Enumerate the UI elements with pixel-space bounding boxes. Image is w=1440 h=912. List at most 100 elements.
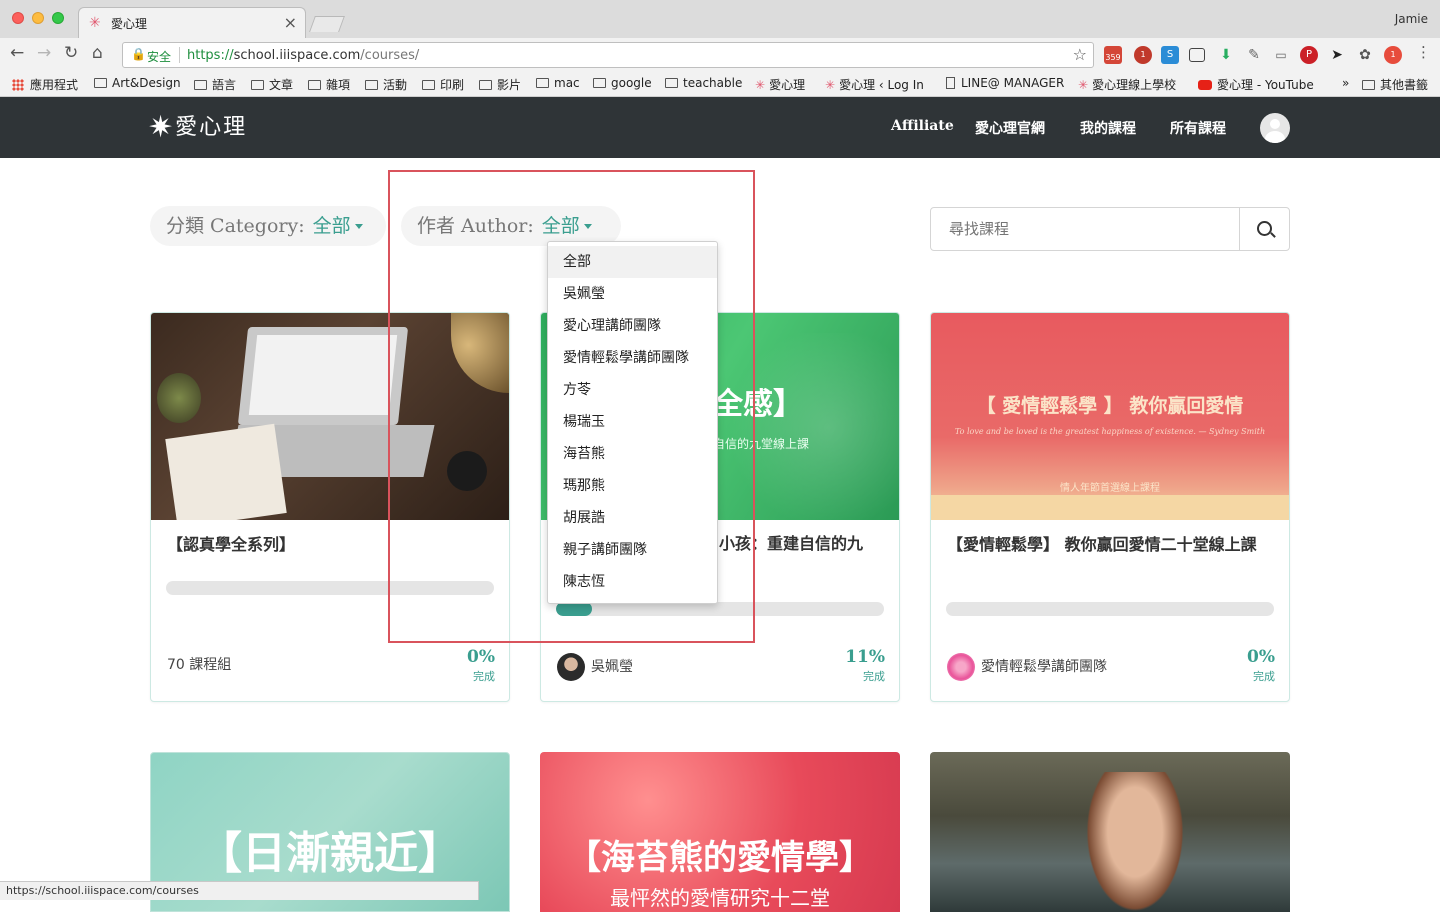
folder-icon — [479, 80, 492, 90]
completion-label: 完成 — [473, 670, 495, 683]
screenshot-extension-icon[interactable] — [1189, 48, 1205, 62]
author-option[interactable]: 全部 — [548, 246, 717, 278]
forward-arrow-icon[interactable]: → — [37, 43, 51, 63]
completion-percent: 0% — [1247, 647, 1275, 667]
secure-label: 安全 — [147, 50, 172, 64]
bookmark-item[interactable]: 雜項 — [308, 76, 350, 93]
author-dropdown-menu: 全部 吳姵瑩 愛心理講師團隊 愛情輕鬆學講師團隊 方苓 楊瑞玉 海苔熊 瑪那熊 … — [547, 241, 718, 604]
bookmarks-overflow-button[interactable]: » — [1342, 76, 1349, 90]
nav-official-site[interactable]: 愛心理官網 — [975, 118, 1045, 138]
nav-affiliate[interactable]: Affiliate — [891, 118, 954, 134]
author-option[interactable]: 愛心理講師團隊 — [548, 310, 717, 342]
progress-bar — [946, 602, 1274, 616]
iiispace-icon: ✳ — [1078, 78, 1089, 92]
sunburst-logo-icon: ✷ — [148, 110, 174, 145]
bookmark-item[interactable]: 語言 — [194, 76, 236, 93]
browser-toolbar: ← → ↻ ⌂ 🔒 安全 https://school.iiispace.com… — [0, 38, 1440, 72]
author-option[interactable]: 親子講師團隊 — [548, 534, 717, 566]
gmail-extension-icon[interactable]: 359 — [1104, 46, 1122, 64]
bookmark-item[interactable]: google — [593, 76, 652, 90]
author-option[interactable]: 愛情輕鬆學講師團隊 — [548, 342, 717, 374]
bookmark-item[interactable]: ✳ 愛心理線上學校 — [1078, 76, 1176, 93]
bookmark-item[interactable]: 愛心理 - YouTube — [1198, 76, 1314, 93]
minimize-window-button[interactable] — [32, 12, 44, 24]
course-author: 愛情輕鬆學講師團隊 — [947, 653, 1107, 681]
bookmark-star-icon[interactable]: ☆ — [1073, 45, 1087, 64]
iiispace-icon: ✳ — [825, 78, 836, 92]
profile-name[interactable]: Jamie — [1395, 12, 1428, 26]
woman-portrait-image — [1080, 772, 1190, 912]
site-logo[interactable]: ✷愛心理 — [148, 109, 247, 145]
bookmark-item[interactable]: ✳ 愛心理 ‹ Log In — [825, 76, 924, 93]
reload-icon[interactable]: ↻ — [64, 43, 78, 63]
download-extension-icon[interactable]: ⬇ — [1217, 46, 1235, 64]
course-card[interactable]: 【認真學全系列】 70 課程組 0% 完成 — [150, 312, 510, 702]
bookmark-item[interactable]: ✳ 愛心理 — [755, 76, 805, 93]
pinterest-extension-icon[interactable]: P — [1300, 46, 1318, 64]
home-icon[interactable]: ⌂ — [92, 43, 103, 63]
folder-icon — [365, 80, 378, 90]
folder-icon — [94, 78, 107, 88]
category-filter-value: 全部 — [312, 215, 351, 237]
bookmark-item[interactable]: 影片 — [479, 76, 521, 93]
eyedropper-extension-icon[interactable]: ✎ — [1245, 46, 1263, 64]
browser-status-bar: https://school.iiispace.com/courses — [0, 881, 479, 900]
author-option[interactable]: 瑪那熊 — [548, 470, 717, 502]
course-title[interactable]: 小孩：重建自信的九 — [719, 532, 889, 556]
browser-titlebar: ✳ 愛心理 × Jamie — [0, 0, 1440, 39]
course-card[interactable]: 【 愛情輕鬆學 】 教你贏回愛情 To love and be loved is… — [930, 312, 1290, 702]
nav-my-courses[interactable]: 我的課程 — [1080, 118, 1136, 138]
bookmark-item[interactable]: 印刷 — [422, 76, 464, 93]
cursor-extension-icon[interactable]: ➤ — [1328, 46, 1346, 64]
back-arrow-icon[interactable]: ← — [10, 43, 24, 63]
thumbnail-subtitle: 情人年節首選線上課程 — [1060, 483, 1160, 494]
author-option[interactable]: 海苔熊 — [548, 438, 717, 470]
browser-tab[interactable]: ✳ 愛心理 × — [78, 7, 306, 38]
author-avatar — [947, 653, 975, 681]
bookmark-item[interactable]: 活動 — [365, 76, 407, 93]
course-card[interactable] — [930, 752, 1290, 912]
window-extension-icon[interactable]: ▭ — [1272, 46, 1290, 64]
user-avatar[interactable] — [1260, 113, 1290, 143]
bookmark-item[interactable]: teachable — [665, 76, 742, 90]
bookmark-item[interactable]: LINE@ MANAGER — [946, 76, 1064, 90]
folder-icon — [665, 78, 678, 88]
course-title[interactable]: 【愛情輕鬆學】 教你贏回愛情二十堂線上課 — [947, 533, 1273, 557]
bookmark-item[interactable]: 應用程式 — [12, 76, 78, 93]
adblock-extension-icon[interactable]: 1 — [1134, 46, 1152, 64]
author-option[interactable]: 吳姵瑩 — [548, 278, 717, 310]
new-tab-button[interactable] — [309, 16, 345, 32]
author-filter[interactable]: 作者 Author: 全部 — [401, 206, 621, 246]
browser-menu-icon[interactable]: ⋮ — [1416, 43, 1431, 61]
s-extension-icon[interactable]: S — [1161, 46, 1179, 64]
author-option[interactable]: 方苓 — [548, 374, 717, 406]
search-button[interactable] — [1239, 207, 1290, 251]
gs-extension-icon[interactable]: 1 — [1384, 46, 1402, 64]
course-card[interactable]: 【海苔熊的愛情學】 最怦然的愛情研究十二堂 — [540, 752, 900, 912]
author-option[interactable]: 楊瑞玉 — [548, 406, 717, 438]
course-search-input[interactable] — [930, 207, 1240, 251]
bookmark-item[interactable]: 文章 — [251, 76, 293, 93]
course-author: 吳姵瑩 — [557, 653, 633, 681]
maximize-window-button[interactable] — [52, 12, 64, 24]
thumbnail-heading: 【 愛情輕鬆學 】 教你贏回愛情 — [976, 395, 1244, 417]
folder-icon — [593, 78, 606, 88]
search-icon — [1257, 221, 1272, 236]
nav-all-courses[interactable]: 所有課程 — [1170, 118, 1226, 138]
tab-close-icon[interactable]: × — [284, 13, 297, 32]
author-option[interactable]: 陳志恆 — [548, 566, 717, 598]
bookmark-item[interactable]: mac — [536, 76, 580, 90]
category-filter[interactable]: 分類 Category: 全部 — [150, 206, 386, 246]
close-window-button[interactable] — [12, 12, 24, 24]
author-option[interactable]: 胡展誥 — [548, 502, 717, 534]
folder-icon — [1362, 80, 1375, 90]
folder-icon — [194, 80, 207, 90]
folder-icon — [308, 80, 321, 90]
other-bookmarks[interactable]: 其他書籤 — [1362, 76, 1428, 93]
iiispace-icon: ✳ — [755, 78, 766, 92]
progress-bar — [166, 581, 494, 595]
course-title[interactable]: 【認真學全系列】 — [167, 533, 493, 557]
address-bar[interactable]: 🔒 安全 https://school.iiispace.com/courses… — [122, 42, 1094, 68]
puzzle-extension-icon[interactable]: ✿ — [1356, 46, 1374, 64]
bookmark-item[interactable]: Art&Design — [94, 76, 181, 90]
